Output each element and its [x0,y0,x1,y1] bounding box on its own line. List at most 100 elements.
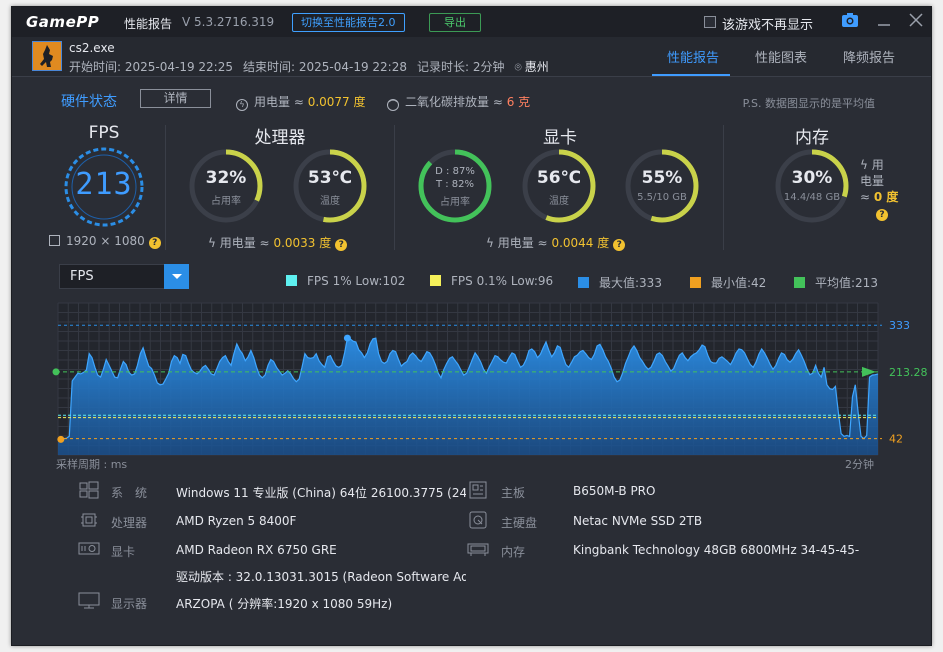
start-time: 开始时间: 2025-04-19 22:25 [69,60,233,74]
memory-power-label-b: 电量 [860,174,885,188]
gpu-label: 显卡 [111,545,136,559]
no-show-label[interactable]: 该游戏不再显示 [722,14,813,33]
chevron-down-icon[interactable] [164,264,189,289]
motherboard-label: 主板 [501,486,526,500]
monitor-value: ARZOPA ( 分辨率:1920 x 1080 59Hz) [176,597,393,611]
gpu-t-value: T : 82% [435,179,475,190]
window-title: 性能报告 [124,17,173,31]
gpu-power-label: 用电量 ≈ [497,236,548,250]
power-icon: ϟ [208,236,220,250]
end-time: 结束时间: 2025-04-19 22:28 [243,60,407,74]
fps-chart: 333 213.28 42 [52,302,928,456]
monitor-icon [78,592,100,609]
power-icon: ϟ [486,236,498,250]
switch-report-v2-button[interactable]: 切换至性能报告2.0 [292,13,405,32]
logo-text-pp: PP [76,13,100,31]
memory-power-label-a: 用 [871,158,884,172]
os-label: 系 统 [111,486,148,500]
gpu-temp-label: 温度 [549,196,569,207]
gpu-vram-gauge: 55% 5.5/10 GB [624,148,700,224]
gpu-d-value: D : 87% [435,166,475,177]
export-button[interactable]: 导出 [429,13,481,32]
gpu-power-value: 0.0044 度 [551,236,610,250]
screen-icon [49,235,60,246]
fps-ring: 213 [62,145,146,229]
tab-performance-chart[interactable]: 性能图表 [755,47,807,66]
memory-power-line-3: ≈ 0 度 [860,189,900,205]
cpu-temp-label: 温度 [320,196,340,207]
power-label: 用电量 ≈ [254,95,304,109]
close-icon[interactable] [906,12,926,32]
divider [723,125,724,250]
cpu-power-value: 0.0033 度 [273,236,332,250]
cpu-power-label: 用电量 ≈ [219,236,270,250]
gpu-vram-label: 5.5/10 GB [637,192,687,203]
memory-power-line-1: ϟ 用 [860,157,900,173]
cpu-title: 处理器 [254,128,306,148]
memory-title: 内存 [795,128,829,148]
legend-swatch [286,275,297,286]
max-point [343,334,351,342]
legend-swatch [578,277,589,288]
location-pin-icon: ⌾ [514,60,522,74]
windows-icon [79,481,99,499]
legend-min: 最小值:42 [690,274,766,291]
cpu-usage-value: 32% [205,168,247,188]
game-name: cs2.exe [69,41,115,55]
gpu-icon [78,542,100,555]
sample-period-label: 采样周期 : ms [56,458,128,471]
average-note: P.S. 数据图显示的是平均值 [742,97,875,110]
camera-icon[interactable] [840,12,860,32]
performance-report-window: GamePP 性能报告 V 5.3.2716.319 切换至性能报告2.0 导出… [11,6,932,646]
gpu-value: AMD Radeon RX 6750 GRE [176,543,337,557]
cpu-label: 处理器 [111,516,148,530]
legend-avg: 平均值:213 [794,274,878,291]
help-icon[interactable]: ? [335,239,348,251]
gpu-title: 显卡 [543,128,577,148]
help-icon[interactable]: ? [876,209,888,221]
cpu-temp-value: 53℃ [307,168,353,188]
memory-icon [467,543,489,556]
no-show-checkbox[interactable] [704,16,716,28]
power-icon: ϟ [236,99,248,111]
help-icon[interactable]: ? [613,239,626,251]
tab-throttle-report[interactable]: 降频报告 [843,47,895,66]
cpu-power: ϟ 用电量 ≈ 0.0033 度? [208,234,348,251]
disk-icon [469,511,487,529]
legend-fps-01-low: FPS 0.1% Low:96 [430,274,553,288]
disk-value: Netac NVMe SSD 2TB [573,514,703,528]
co2-value: 6 克 [506,95,531,109]
active-tab-indicator [652,74,730,76]
metric-select[interactable]: FPS [59,264,189,289]
motherboard-value: B650M-B PRO [573,484,656,498]
fps-title: FPS [88,123,120,143]
tab-performance-report[interactable]: 性能报告 [667,47,719,66]
min-tick-label: 42 [889,433,903,446]
detail-button[interactable]: 详情 [140,89,211,108]
power-value: 0.0077 度 [307,95,366,109]
memory-label: 内存 [501,545,526,559]
gpu-temp-value: 56℃ [536,168,582,188]
memory-usage-value: 30% [791,168,833,188]
memory-power-label-c: ≈ [860,190,871,204]
legend-label: 最大值:333 [599,276,662,290]
cpu-value: AMD Ryzen 5 8400F [176,514,297,528]
title-bar: GamePP 性能报告 V 5.3.2716.319 切换至性能报告2.0 导出… [12,7,931,37]
power-icon: ϟ [860,158,872,172]
version-label: V 5.3.2716.319 [182,15,275,29]
co2-label: 二氧化碳排放量 ≈ [405,95,503,109]
resolution: 1920 × 1080? [49,234,161,249]
legend-label: FPS 0.1% Low:96 [451,274,554,288]
legend-swatch [794,277,805,288]
game-icon [32,41,62,71]
divider [394,125,395,250]
gpu-usage-gauge: D : 87% T : 82% 占用率 [417,148,493,224]
memory-value: Kingbank Technology 48GB 6800MHz 34-45-4… [573,543,859,557]
memory-usage-label: 14.4/48 GB [783,192,841,203]
minimize-icon[interactable] [874,12,894,32]
total-power-stat: ϟ 用电量 ≈ 0.0077 度 [236,93,366,111]
legend-max: 最大值:333 [578,274,662,291]
help-icon[interactable]: ? [148,237,161,249]
cpu-temp-gauge: 53℃ 温度 [292,148,368,224]
logo-text-game: Game [26,13,77,31]
